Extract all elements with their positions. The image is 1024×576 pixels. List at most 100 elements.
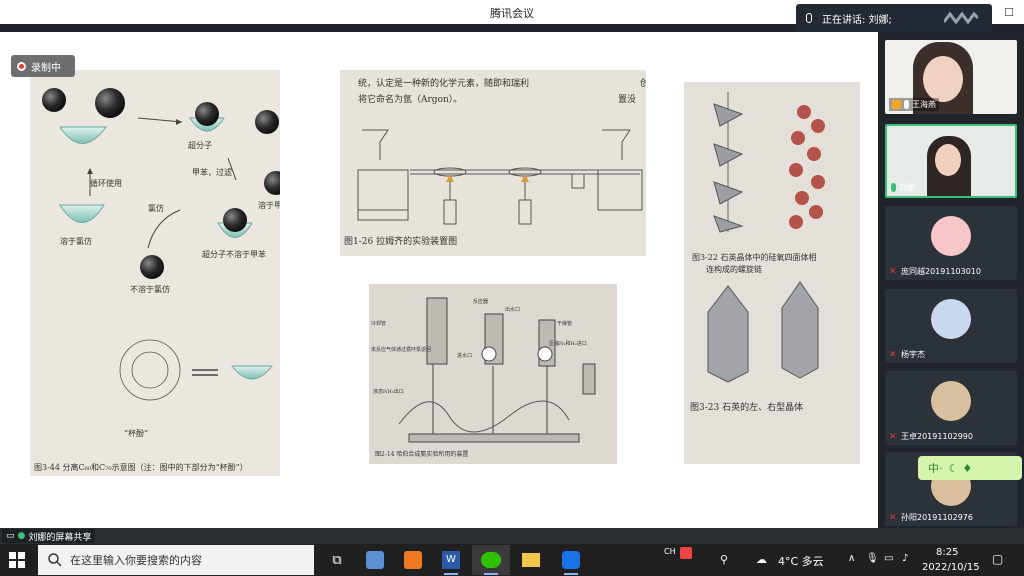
textbook-page-argon: 统，认定是一种新的化学元素，随即和瑞利 将它命名为氩（Argon）。 创 置没 … xyxy=(340,70,646,256)
layout-icon[interactable] xyxy=(944,12,978,24)
avatar xyxy=(931,216,971,256)
label-super: 超分子 xyxy=(188,141,212,150)
label-chloroform: 氯仿 xyxy=(148,204,164,213)
avatar xyxy=(931,381,971,421)
c60-separation-diagram xyxy=(42,88,280,401)
label-recycle: 循环使用 xyxy=(90,179,122,188)
caption-fig-3-44: 图3-44 分离C₆₀和C₇₀示意图（注：图中的下部分为“杯酚”） xyxy=(34,463,248,472)
label-super-insoluble-toluene: 超分子不溶于甲苯 xyxy=(202,250,266,259)
participant-name: 王海燕 xyxy=(912,100,936,109)
clock-date[interactable]: 2022/10/15 xyxy=(922,562,980,573)
textbook-page-quartz: 图3-22 石英晶体中的硅氧四面体相 连构成的螺旋链 图3-23 石英的左、右型… xyxy=(684,82,860,464)
caption-fig-2-14: 图2-14 哈伯合成氨实验所用的装置 xyxy=(375,451,469,458)
people-icon[interactable]: ⚲ xyxy=(720,553,728,566)
participant-name: 刘娜 xyxy=(899,183,915,192)
mic-icon xyxy=(904,100,909,109)
microphone-icon[interactable]: 🎙 xyxy=(866,553,879,564)
mic-icon xyxy=(806,13,812,23)
participant-tile[interactable]: ✕ 王卓20191102990 xyxy=(885,371,1017,445)
screen-share-bar: ▭ ● 刘娜的屏幕共享 xyxy=(0,528,1024,544)
label-pressure: 压缩N₂和H₂进口 xyxy=(549,341,587,347)
face xyxy=(923,56,963,102)
screen-icon: ▭ xyxy=(6,531,15,541)
search-placeholder: 在这里输入你要搜索的内容 xyxy=(70,554,202,567)
participant-name-row: ✕ 庞同越20191103010 xyxy=(889,266,981,277)
participant-name-row: ✕ 王卓20191102990 xyxy=(889,431,973,442)
label-reactor: 反应器 xyxy=(473,299,489,305)
participant-name-row: 刘娜 xyxy=(891,182,915,193)
participant-name-row: ✕ 杨宇杰 xyxy=(889,349,925,360)
weather-cloud-icon: ☁ xyxy=(756,553,767,566)
caption-fig-3-22: 图3-22 石英晶体中的硅氧四面体相 xyxy=(692,253,817,262)
label-outlet: 出水口 xyxy=(505,307,521,313)
battery-icon[interactable]: ▭ xyxy=(884,553,893,564)
paint-app-icon[interactable] xyxy=(356,545,394,575)
label-dryer: 干燥管 xyxy=(557,321,573,327)
clock-time[interactable]: 8:25 xyxy=(936,547,958,558)
face xyxy=(935,144,961,176)
caption-fig-1-26: 图1-26 拉姆齐的实验装置图 xyxy=(344,237,458,247)
ime-text: 中· xyxy=(928,462,943,475)
mic-icon: ● xyxy=(17,531,26,541)
shirt-icon: ♦ xyxy=(962,461,973,475)
label-dissolve-chloroform: 溶于氯仿 xyxy=(60,237,92,246)
label-toluene-filter: 甲苯，过滤 xyxy=(192,168,232,177)
tencent-meeting-app-icon[interactable] xyxy=(552,545,590,575)
mic-muted-icon: ✕ xyxy=(889,267,897,277)
participant-tile[interactable]: 王海燕 xyxy=(885,40,1017,114)
sogou-icon[interactable] xyxy=(680,547,692,559)
label-inlet: 进水口 xyxy=(457,353,473,359)
avatar xyxy=(931,299,971,339)
task-view-icon[interactable]: ⧉ xyxy=(318,545,356,575)
input-lang[interactable]: CH xyxy=(664,547,676,556)
speaking-indicator: 正在讲话: 刘娜; xyxy=(796,4,992,32)
caption-fig-3-22b: 连构成的螺旋链 xyxy=(706,265,762,274)
taskbar-search-input[interactable]: 在这里输入你要搜索的内容 xyxy=(38,545,314,575)
label-unreacted: 未反应气体通过循环泵返回 xyxy=(371,347,432,353)
label-cooler: 冷却管 xyxy=(371,321,387,327)
file-explorer-icon[interactable] xyxy=(512,545,550,575)
participant-name-row: ✕ 孙阳20191102976 xyxy=(889,512,973,523)
haber-apparatus-drawing xyxy=(398,297,596,443)
wechat-app-icon[interactable] xyxy=(472,545,510,575)
windows-start-icon[interactable] xyxy=(9,552,25,568)
search-icon xyxy=(48,553,62,567)
windows-taskbar: 在这里输入你要搜索的内容 ⧉ W CH ⚲ ☁ 4°C 多云 ∧ 🎙 ▭ ♪ 8… xyxy=(0,544,1024,576)
wps-app-icon[interactable] xyxy=(394,545,432,575)
share-owner-label: 刘娜的屏幕共享 xyxy=(28,532,92,543)
participant-name: 孙阳20191102976 xyxy=(901,513,973,522)
mic-icon xyxy=(891,183,896,192)
volume-icon[interactable]: ♪ xyxy=(902,553,908,564)
ramsay-apparatus-drawing xyxy=(357,129,643,225)
record-icon xyxy=(17,61,26,71)
textbook-page-haber: 反应器 出水口 冷却管 干燥管 进水口 未反应气体通过循环泵返回 压缩N₂和H₂… xyxy=(369,284,617,464)
mic-muted-icon: ✕ xyxy=(889,432,897,442)
participant-tile[interactable]: ✕ 杨宇杰 xyxy=(885,289,1017,363)
participant-name-row: 王海燕 xyxy=(889,98,939,111)
label-cup: “杯酚” xyxy=(124,429,149,438)
speaking-label: 正在讲话: 刘娜; xyxy=(822,14,892,26)
tray-chevron-icon[interactable]: ∧ xyxy=(848,553,855,564)
participant-name: 庞同越20191103010 xyxy=(901,267,981,276)
participant-tile[interactable]: ✕ 庞同越20191103010 xyxy=(885,206,1017,280)
participant-name: 杨宇杰 xyxy=(901,350,925,359)
input-method-bubble[interactable]: 中· ☾ ♦ xyxy=(918,456,1022,480)
word-app-icon[interactable]: W xyxy=(432,545,470,575)
mic-muted-icon: ✕ xyxy=(889,513,897,523)
share-owner[interactable]: ▭ ● 刘娜的屏幕共享 xyxy=(2,529,96,543)
recording-badge[interactable]: 录制中 xyxy=(11,55,75,77)
textbook-page-c60: 超分子 甲苯，过滤 循环使用 氯仿 溶于甲苯 溶于氯仿 超分子不溶于甲苯 不溶于… xyxy=(30,70,280,476)
moon-icon: ☾ xyxy=(948,461,959,475)
notification-icon[interactable]: ▢ xyxy=(992,552,1003,566)
label-soluble-toluene: 溶于甲苯 xyxy=(258,201,280,210)
caption-fig-3-23: 图3-23 石英的左、右型晶体 xyxy=(690,403,804,413)
participant-tile-active[interactable]: 刘娜 xyxy=(885,124,1017,198)
label-nh3-out: 液态NH₃出口 xyxy=(373,389,404,395)
user-icon xyxy=(892,100,901,109)
weather-text[interactable]: 4°C 多云 xyxy=(778,553,824,569)
mic-muted-icon: ✕ xyxy=(889,350,897,360)
participant-name: 王卓20191102990 xyxy=(901,432,973,441)
recording-label: 录制中 xyxy=(31,62,61,74)
maximize-icon[interactable]: ☐ xyxy=(994,0,1024,24)
label-insoluble-chloroform: 不溶于氯仿 xyxy=(130,285,170,294)
